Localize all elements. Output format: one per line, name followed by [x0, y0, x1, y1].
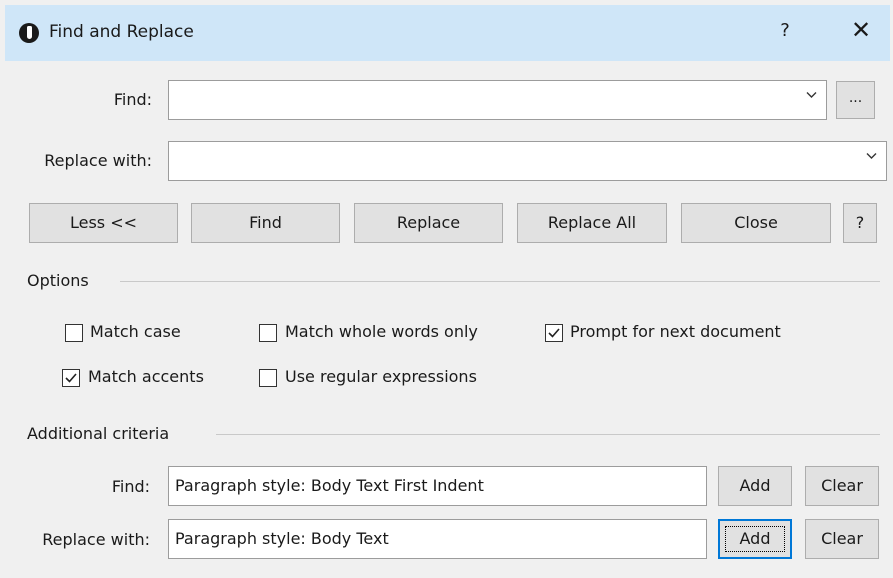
match-case-label[interactable]: Match case — [90, 322, 181, 341]
find-combobox[interactable] — [168, 80, 827, 120]
match-whole-words-checkbox[interactable] — [259, 324, 277, 342]
checkmark-icon — [548, 328, 560, 338]
regular-expressions-checkbox[interactable] — [259, 369, 277, 387]
prompt-next-document-checkbox[interactable] — [545, 324, 563, 342]
title-help-button[interactable]: ? — [775, 20, 795, 41]
criteria-divider — [216, 434, 880, 435]
criteria-find-value: Paragraph style: Body Text First Indent — [175, 476, 484, 495]
criteria-replace-input[interactable]: Paragraph style: Body Text — [168, 519, 707, 559]
criteria-replace-clear-button[interactable]: Clear — [805, 519, 879, 559]
regular-expressions-label[interactable]: Use regular expressions — [285, 367, 477, 386]
close-button[interactable]: Close — [681, 203, 831, 243]
less-button[interactable]: Less << — [29, 203, 178, 243]
options-header: Options — [27, 271, 89, 290]
find-more-button[interactable]: ... — [836, 81, 875, 119]
help-button[interactable]: ? — [843, 203, 877, 243]
chevron-down-icon[interactable] — [806, 91, 817, 101]
find-label: Find: — [113, 90, 152, 109]
replace-all-button[interactable]: Replace All — [517, 203, 667, 243]
title-close-button[interactable]: ✕ — [849, 16, 873, 44]
title-bar: Find and Replace ? ✕ — [5, 5, 890, 61]
criteria-find-clear-button[interactable]: Clear — [805, 466, 879, 506]
app-logo-icon — [19, 23, 39, 43]
window-title: Find and Replace — [49, 22, 194, 42]
replace-combobox[interactable] — [168, 141, 887, 181]
replace-label: Replace with: — [44, 151, 152, 170]
options-divider — [120, 281, 880, 282]
match-accents-checkbox[interactable] — [62, 369, 80, 387]
match-accents-label[interactable]: Match accents — [88, 367, 204, 386]
find-replace-dialog: Find and Replace ? ✕ Find: ... Replace w… — [0, 0, 893, 578]
criteria-find-add-button[interactable]: Add — [718, 466, 792, 506]
replace-button[interactable]: Replace — [354, 203, 503, 243]
criteria-replace-label: Replace with: — [42, 530, 150, 549]
criteria-replace-add-label: Add — [720, 521, 790, 557]
find-button[interactable]: Find — [191, 203, 340, 243]
criteria-header: Additional criteria — [27, 424, 170, 443]
chevron-down-icon[interactable] — [866, 152, 877, 162]
criteria-replace-add-button[interactable]: Add — [718, 519, 792, 559]
criteria-find-input[interactable]: Paragraph style: Body Text First Indent — [168, 466, 707, 506]
match-whole-words-label[interactable]: Match whole words only — [285, 322, 478, 341]
criteria-find-label: Find: — [111, 477, 150, 496]
checkmark-icon — [65, 373, 77, 383]
match-case-checkbox[interactable] — [65, 324, 83, 342]
criteria-replace-value: Paragraph style: Body Text — [175, 529, 389, 548]
prompt-next-document-label[interactable]: Prompt for next document — [570, 322, 781, 341]
